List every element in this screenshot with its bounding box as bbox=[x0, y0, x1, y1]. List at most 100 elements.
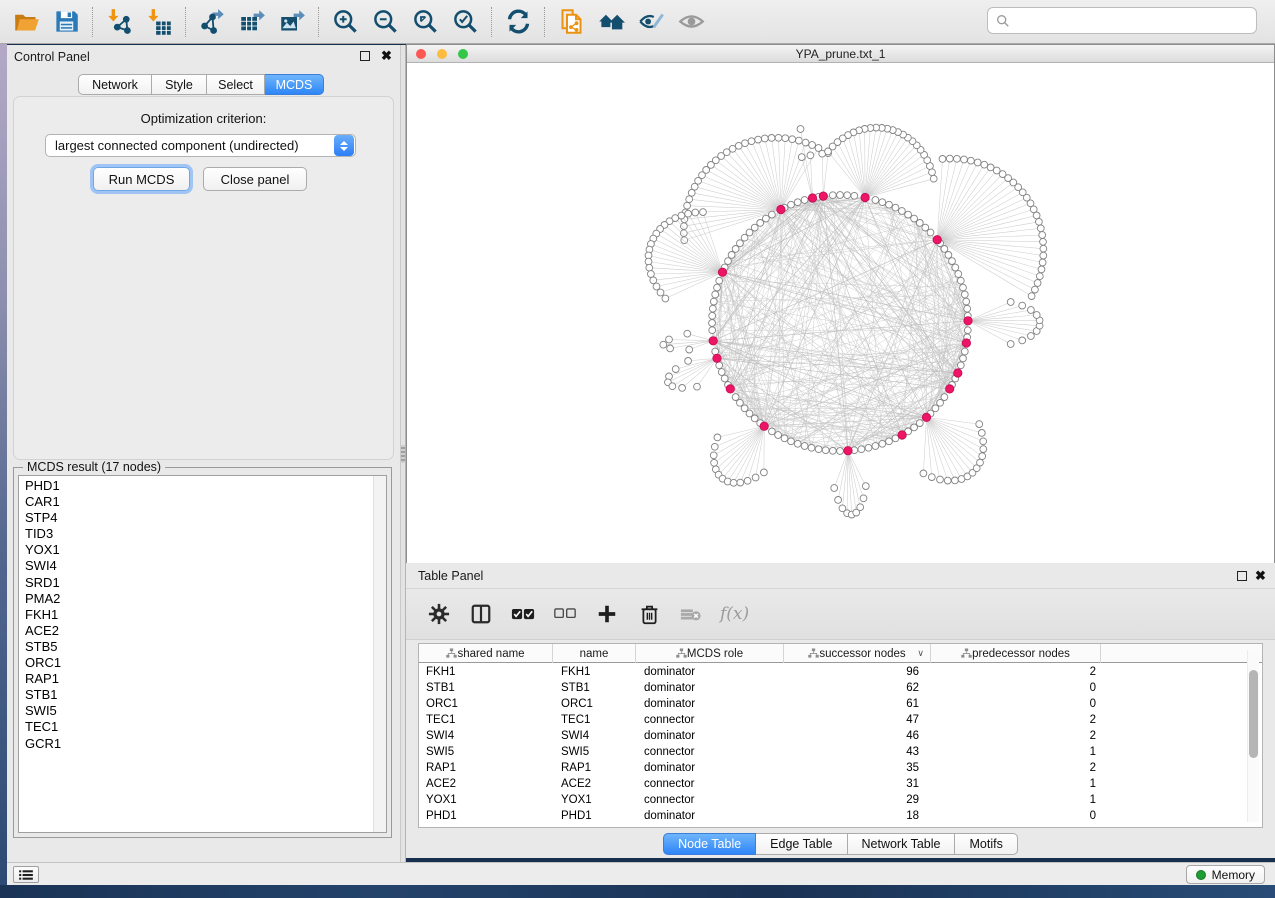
add-column-button[interactable] bbox=[594, 601, 620, 627]
close-panel-icon[interactable]: ✖ bbox=[381, 51, 392, 61]
ring-node[interactable] bbox=[710, 298, 717, 305]
tab-select[interactable]: Select bbox=[207, 74, 265, 95]
leaf-node[interactable] bbox=[768, 135, 775, 142]
list-item[interactable]: CAR1 bbox=[19, 494, 372, 510]
ring-node[interactable] bbox=[737, 399, 744, 406]
leaf-node[interactable] bbox=[666, 336, 673, 343]
leaf-node[interactable] bbox=[737, 479, 744, 486]
column-header-shared-name[interactable]: shared name bbox=[419, 644, 553, 663]
ring-node[interactable] bbox=[718, 369, 725, 376]
zoom-fit-button[interactable] bbox=[405, 4, 445, 40]
table-row[interactable]: STB1STB1dominator620 bbox=[419, 680, 1262, 696]
leaf-node[interactable] bbox=[648, 271, 655, 278]
delete-column-button[interactable] bbox=[636, 601, 662, 627]
leaf-node[interactable] bbox=[714, 434, 721, 441]
list-item[interactable]: TID3 bbox=[19, 526, 372, 542]
leaf-node[interactable] bbox=[662, 295, 669, 302]
leaf-node[interactable] bbox=[686, 196, 693, 203]
export-table-button[interactable] bbox=[232, 4, 272, 40]
run-mcds-button[interactable]: Run MCDS bbox=[93, 167, 190, 191]
mcds-dominator-node[interactable] bbox=[713, 354, 721, 362]
open-file-button[interactable] bbox=[6, 4, 46, 40]
leaf-node[interactable] bbox=[775, 134, 782, 141]
ring-node[interactable] bbox=[844, 192, 851, 199]
table-row[interactable]: SWI5SWI5connector431 bbox=[419, 744, 1262, 760]
ring-node[interactable] bbox=[721, 375, 728, 382]
leaf-node[interactable] bbox=[944, 477, 951, 484]
list-item[interactable]: ORC1 bbox=[19, 655, 372, 671]
ring-node[interactable] bbox=[769, 211, 776, 218]
column-header-predecessor-nodes[interactable]: predecessor nodes bbox=[931, 644, 1101, 663]
leaf-node[interactable] bbox=[1007, 341, 1014, 348]
ring-node[interactable] bbox=[941, 394, 948, 401]
home-layout-button[interactable] bbox=[591, 4, 631, 40]
leaf-node[interactable] bbox=[672, 366, 679, 373]
ring-node[interactable] bbox=[829, 447, 836, 454]
leaf-node[interactable] bbox=[1007, 299, 1014, 306]
ring-node[interactable] bbox=[960, 284, 967, 291]
leaf-node[interactable] bbox=[954, 155, 961, 162]
leaf-node[interactable] bbox=[930, 175, 937, 182]
table-row[interactable]: FKH1FKH1dominator962 bbox=[419, 664, 1262, 680]
leaf-node[interactable] bbox=[968, 157, 975, 164]
ring-node[interactable] bbox=[963, 298, 970, 305]
leaf-node[interactable] bbox=[748, 138, 755, 145]
column-header-successor-nodes[interactable]: successor nodes∨ bbox=[784, 644, 931, 663]
list-item[interactable]: STP4 bbox=[19, 510, 372, 526]
leaf-node[interactable] bbox=[1032, 286, 1039, 293]
ring-node[interactable] bbox=[961, 291, 968, 298]
leaf-node[interactable] bbox=[660, 341, 667, 348]
ring-node[interactable] bbox=[916, 420, 923, 427]
leaf-node[interactable] bbox=[650, 277, 657, 284]
ring-node[interactable] bbox=[808, 444, 815, 451]
ring-node[interactable] bbox=[709, 327, 716, 334]
leaf-node[interactable] bbox=[1036, 218, 1043, 225]
ring-node[interactable] bbox=[837, 448, 844, 455]
list-item[interactable]: ACE2 bbox=[19, 623, 372, 639]
leaf-node[interactable] bbox=[685, 210, 692, 217]
column-header-name[interactable]: name bbox=[553, 644, 636, 663]
list-item[interactable]: TEC1 bbox=[19, 719, 372, 735]
leaf-node[interactable] bbox=[782, 135, 789, 142]
tab-edge-table[interactable]: Edge Table bbox=[756, 833, 847, 855]
list-scrollbar[interactable] bbox=[373, 476, 386, 832]
ring-node[interactable] bbox=[960, 355, 967, 362]
mcds-dominator-node[interactable] bbox=[861, 193, 869, 201]
ring-node[interactable] bbox=[725, 258, 732, 265]
ring-node[interactable] bbox=[709, 312, 716, 319]
mcds-dominator-node[interactable] bbox=[954, 369, 962, 377]
leaf-node[interactable] bbox=[1028, 333, 1035, 340]
ring-node[interactable] bbox=[712, 291, 719, 298]
leaf-node[interactable] bbox=[744, 477, 751, 484]
leaf-node[interactable] bbox=[646, 264, 653, 271]
leaf-node[interactable] bbox=[1037, 225, 1044, 232]
ring-node[interactable] bbox=[837, 192, 844, 199]
ring-node[interactable] bbox=[788, 201, 795, 208]
leaf-node[interactable] bbox=[761, 469, 768, 476]
export-image-button[interactable] bbox=[272, 4, 312, 40]
ring-node[interactable] bbox=[865, 444, 872, 451]
leaf-node[interactable] bbox=[692, 209, 699, 216]
ring-node[interactable] bbox=[957, 277, 964, 284]
mcds-dominator-node[interactable] bbox=[922, 413, 930, 421]
leaf-node[interactable] bbox=[1028, 307, 1035, 314]
save-session-button[interactable] bbox=[46, 4, 86, 40]
leaf-node[interactable] bbox=[1036, 273, 1043, 280]
table-row[interactable]: ORC1ORC1dominator610 bbox=[419, 696, 1262, 712]
show-columns-button[interactable] bbox=[468, 601, 494, 627]
import-network-button[interactable] bbox=[99, 4, 139, 40]
ring-node[interactable] bbox=[822, 447, 829, 454]
zoom-selected-button[interactable] bbox=[445, 4, 485, 40]
list-item[interactable]: STB5 bbox=[19, 639, 372, 655]
ring-node[interactable] bbox=[751, 415, 758, 422]
ring-node[interactable] bbox=[952, 264, 959, 271]
leaf-node[interactable] bbox=[694, 383, 701, 390]
leaf-node[interactable] bbox=[1019, 337, 1026, 344]
leaf-node[interactable] bbox=[831, 485, 838, 492]
refresh-view-button[interactable] bbox=[498, 4, 538, 40]
ring-node[interactable] bbox=[905, 211, 912, 218]
ring-node[interactable] bbox=[815, 446, 822, 453]
leaf-node[interactable] bbox=[681, 223, 688, 230]
leaf-node[interactable] bbox=[742, 140, 749, 147]
tab-motifs[interactable]: Motifs bbox=[955, 833, 1017, 855]
